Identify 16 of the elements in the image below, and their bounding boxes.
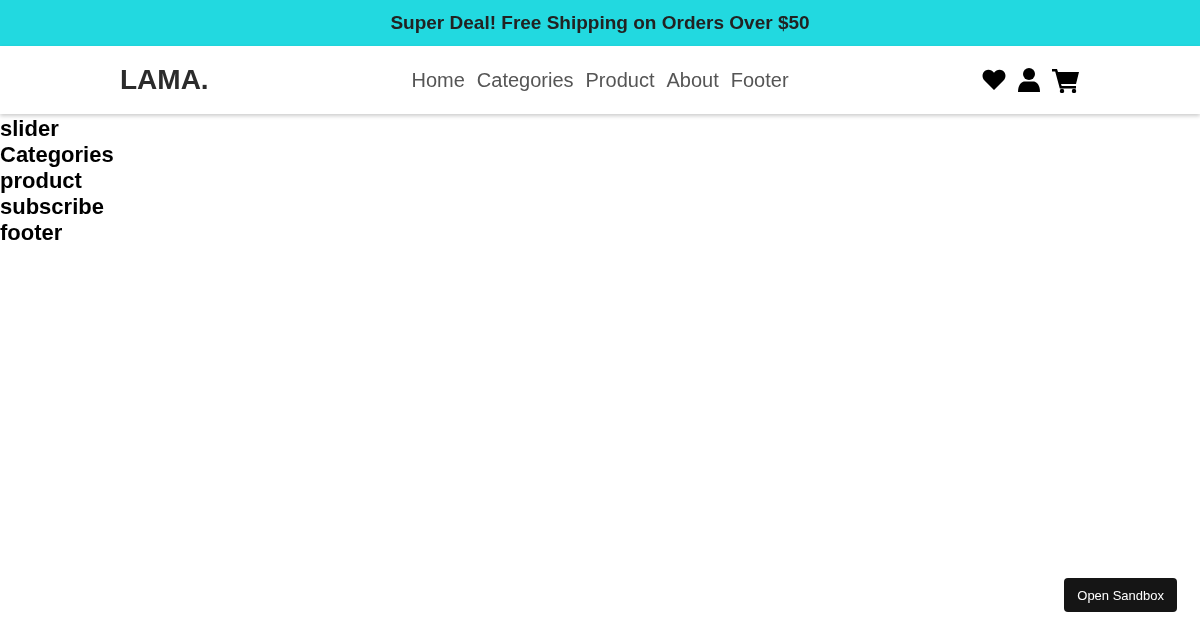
section-heading: product: [0, 168, 83, 194]
section-heading: subscribe: [0, 194, 105, 220]
section-heading: Categories: [0, 142, 115, 168]
cart-icon[interactable]: [1052, 67, 1080, 93]
nav-link[interactable]: Footer: [730, 68, 789, 92]
heart-icon[interactable]: [982, 69, 1006, 91]
logo[interactable]: LAMA.: [120, 64, 209, 96]
announcement-text: Super Deal! Free Shipping on Orders Over $50: [390, 12, 810, 34]
section-heading: slider: [0, 116, 60, 142]
nav-link[interactable]: About: [666, 68, 719, 92]
section-heading: footer: [0, 220, 64, 246]
open-sandbox-button[interactable]: Open Sandbox: [1064, 578, 1177, 612]
nav-link[interactable]: Product: [585, 68, 655, 92]
nav-link[interactable]: Home: [411, 68, 465, 92]
user-icon[interactable]: [1018, 68, 1040, 92]
nav-link[interactable]: Categories: [476, 68, 574, 92]
